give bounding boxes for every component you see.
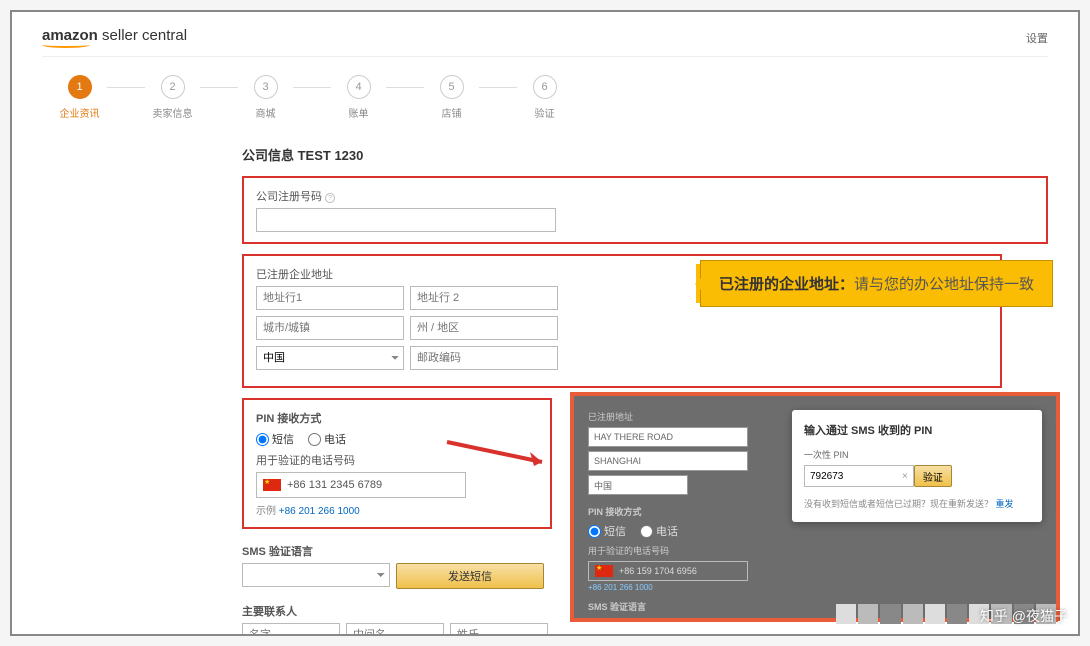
inset-country: 中国 bbox=[588, 475, 688, 495]
info-icon[interactable]: ? bbox=[325, 193, 335, 203]
postal-input[interactable] bbox=[410, 346, 558, 370]
reg-number-input[interactable] bbox=[256, 208, 556, 232]
phone-label: 用于验证的电话号码 bbox=[256, 452, 538, 468]
phone-example: 示例 +86 201 266 1000 bbox=[256, 502, 538, 517]
china-flag-icon bbox=[263, 479, 281, 491]
pin-entry-inset: 已注册地址 HAY THERE ROAD SHANGHAI 中国 PIN 接收方… bbox=[570, 392, 1060, 622]
country-select[interactable]: 中国 bbox=[256, 346, 404, 370]
progress-stepper: 1企业资讯 2卖家信息 3商城 4账单 5店铺 6验证 bbox=[42, 75, 1048, 120]
sms-language-select[interactable] bbox=[242, 563, 390, 587]
address-line2-input[interactable] bbox=[410, 286, 558, 310]
settings-link[interactable]: 设置 bbox=[1026, 30, 1048, 46]
inset-sms-radio: 短信 bbox=[588, 523, 626, 539]
company-info-title: 公司信息 TEST 1230 bbox=[242, 145, 1048, 164]
step-2[interactable]: 2卖家信息 bbox=[145, 75, 200, 120]
pin-sms-radio[interactable]: 短信 bbox=[256, 431, 294, 447]
step-3[interactable]: 3商城 bbox=[238, 75, 293, 120]
china-flag-icon bbox=[595, 565, 613, 577]
inset-addr1: HAY THERE ROAD bbox=[588, 427, 748, 447]
address-callout: 已注册的企业地址：请与您的办公地址保持一致 bbox=[700, 260, 1053, 307]
verify-pin-button[interactable]: 验证 bbox=[914, 465, 952, 487]
step-1[interactable]: 1企业资讯 bbox=[52, 75, 107, 120]
last-name-input[interactable] bbox=[450, 623, 548, 636]
send-sms-button[interactable]: 发送短信 bbox=[396, 563, 544, 589]
city-input[interactable] bbox=[256, 316, 404, 340]
pin-code-input[interactable] bbox=[804, 465, 914, 487]
clear-pin-icon[interactable]: × bbox=[902, 471, 908, 482]
logo: amazon seller central bbox=[42, 27, 187, 48]
registration-number-box: 公司注册号码? bbox=[242, 176, 1048, 244]
phone-input[interactable]: +86 131 2345 6789 bbox=[256, 472, 466, 498]
pin-call-radio[interactable]: 电话 bbox=[308, 431, 346, 447]
pin-popup: 输入通过 SMS 收到的 PIN 一次性 PIN × 验证 没有收到短信或者短信… bbox=[792, 410, 1042, 522]
middle-name-input[interactable] bbox=[346, 623, 444, 636]
inset-call-radio: 电话 bbox=[640, 523, 678, 539]
inset-addr2: SHANGHAI bbox=[588, 451, 748, 471]
inset-phone: +86 159 1704 6956 bbox=[588, 561, 748, 581]
step-4[interactable]: 4账单 bbox=[331, 75, 386, 120]
reg-number-label: 公司注册号码? bbox=[256, 188, 1034, 204]
example-phone-link[interactable]: +86 201 266 1000 bbox=[279, 506, 360, 517]
region-input[interactable] bbox=[410, 316, 558, 340]
step-6[interactable]: 6验证 bbox=[517, 75, 572, 120]
resend-link[interactable]: 重发 bbox=[996, 499, 1014, 509]
address-line1-input[interactable] bbox=[256, 286, 404, 310]
header: amazon seller central 设置 bbox=[42, 27, 1048, 57]
pin-method-box: PIN 接收方式 短信 电话 用于验证的电话号码 +86 131 2345 67… bbox=[242, 398, 552, 529]
pin-title: PIN 接收方式 bbox=[256, 410, 538, 426]
watermark: 知乎 @夜猫子 bbox=[980, 606, 1068, 626]
first-name-input[interactable] bbox=[242, 623, 340, 636]
step-5[interactable]: 5店铺 bbox=[424, 75, 479, 120]
